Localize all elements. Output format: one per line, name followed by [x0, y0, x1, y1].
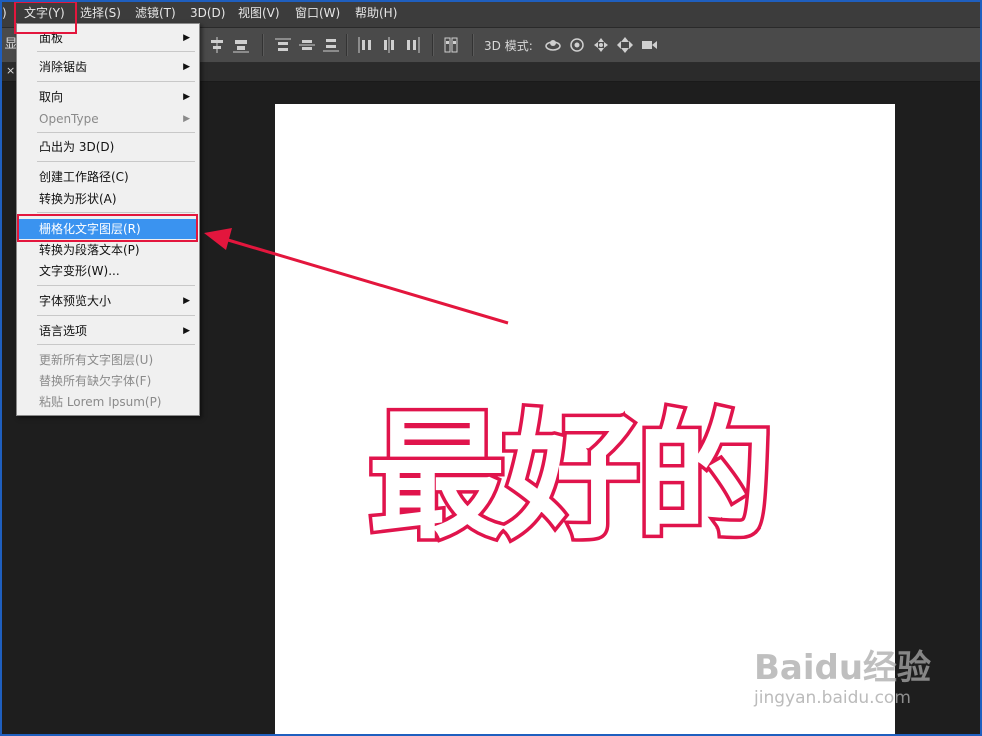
canvas-text-layer[interactable]: 最好的	[365, 394, 838, 561]
menu-option-create-work-path[interactable]: 创建工作路径(C)	[18, 167, 198, 187]
type-menu-dropdown: 面板 ▶ 消除锯齿 ▶ 取向 ▶ OpenType ▶ 凸出为 3D(D) 创建工作路径…	[16, 23, 200, 416]
distribute-left-icon[interactable]	[356, 36, 374, 54]
3d-rotate-icon[interactable]	[544, 36, 562, 54]
menu-separator	[37, 51, 195, 52]
close-tab-icon[interactable]: ×	[6, 64, 15, 77]
menu-option-font-preview-size[interactable]: 字体预览大小 ▶	[18, 291, 198, 311]
toolbar-separator	[472, 34, 474, 56]
submenu-arrow-icon: ▶	[183, 33, 190, 43]
toolbar-separator	[346, 34, 348, 56]
submenu-arrow-icon: ▶	[183, 326, 190, 336]
3d-pan-icon[interactable]	[592, 36, 610, 54]
menu-separator	[37, 285, 195, 286]
menu-option-anti-alias[interactable]: 消除锯齿 ▶	[18, 57, 198, 77]
distribute-hcenter-icon[interactable]	[380, 36, 398, 54]
menu-option-update-all-text-layers[interactable]: 更新所有文字图层(U)	[18, 350, 198, 370]
menu-separator	[37, 212, 195, 213]
menu-item-partial[interactable]: )	[2, 0, 7, 27]
distribute-bottom-icon[interactable]	[322, 36, 340, 54]
submenu-arrow-icon: ▶	[183, 92, 190, 102]
menu-option-panel[interactable]: 面板 ▶	[18, 28, 198, 48]
submenu-arrow-icon: ▶	[183, 296, 190, 306]
watermark-url: jingyan.baidu.com	[754, 688, 911, 708]
watermark: Baidu经验 jingyan.baidu.com	[754, 640, 954, 720]
menu-option-convert-to-shape[interactable]: 转换为形状(A)	[18, 189, 198, 209]
3d-roll-icon[interactable]	[568, 36, 586, 54]
menu-option-warp-text[interactable]: 文字变形(W)...	[18, 261, 198, 281]
menu-separator	[37, 132, 195, 133]
menu-separator	[37, 315, 195, 316]
align-bottom-icon[interactable]	[232, 36, 250, 54]
auto-align-icon[interactable]	[442, 36, 460, 54]
menu-option-convert-to-paragraph[interactable]: 转换为段落文本(P)	[18, 240, 198, 260]
menu-option-language-options[interactable]: 语言选项 ▶	[18, 321, 198, 341]
menu-separator	[37, 344, 195, 345]
3d-mode-label: 3D 模式:	[484, 39, 533, 53]
menu-separator	[37, 81, 195, 82]
menu-option-paste-lorem-ipsum[interactable]: 粘贴 Lorem Ipsum(P)	[18, 392, 198, 412]
align-vcenter-icon[interactable]	[208, 36, 226, 54]
menu-item-view[interactable]: 视图(V)	[238, 0, 280, 27]
menu-option-rasterize-type-layer[interactable]: 栅格化文字图层(R)	[18, 219, 198, 239]
toolbar-separator	[432, 34, 434, 56]
submenu-arrow-icon: ▶	[183, 114, 190, 124]
submenu-arrow-icon: ▶	[183, 62, 190, 72]
menu-option-orientation[interactable]: 取向 ▶	[18, 87, 198, 107]
toolbar-separator	[262, 34, 264, 56]
watermark-logo-text: Baidu经验	[754, 648, 932, 688]
3d-camera-icon[interactable]	[640, 36, 658, 54]
3d-slide-icon[interactable]	[616, 36, 634, 54]
menu-separator	[37, 161, 195, 162]
menu-item-help[interactable]: 帮助(H)	[355, 0, 397, 27]
distribute-top-icon[interactable]	[274, 36, 292, 54]
menu-item-window[interactable]: 窗口(W)	[295, 0, 340, 27]
menu-option-extrude-3d[interactable]: 凸出为 3D(D)	[18, 137, 198, 157]
distribute-right-icon[interactable]	[404, 36, 422, 54]
distribute-vcenter-icon[interactable]	[298, 36, 316, 54]
menu-option-replace-missing-fonts[interactable]: 替换所有缺欠字体(F)	[18, 371, 198, 391]
menu-option-opentype[interactable]: OpenType ▶	[18, 109, 198, 129]
